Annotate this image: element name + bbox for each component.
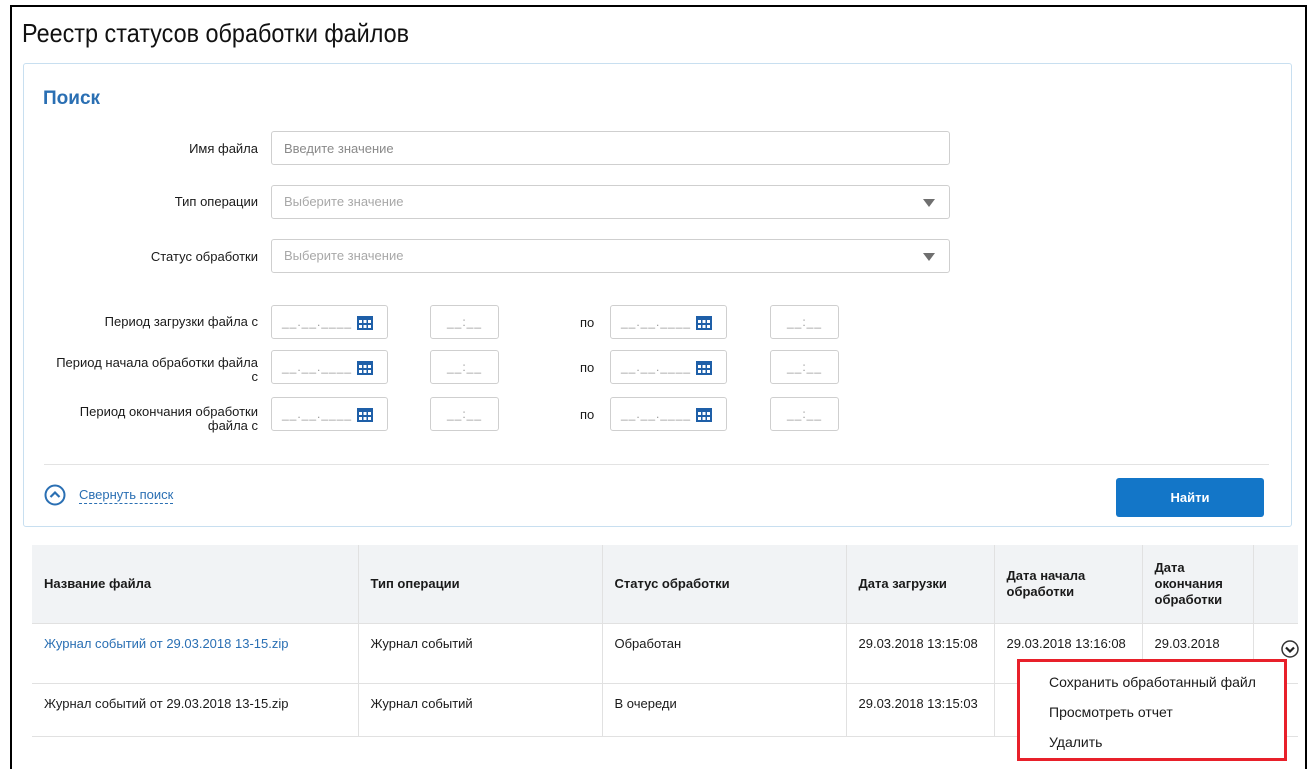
operation-type-cell: Журнал событий [358, 682, 603, 736]
file-name-link[interactable]: Журнал событий от 29.03.2018 13-15.zip [44, 636, 288, 651]
search-title: Поиск [43, 88, 101, 109]
period-end-time-from[interactable]: __:__ [430, 397, 499, 431]
period-end-date-to[interactable]: __.__.____ [610, 397, 727, 431]
period-end-time-to[interactable]: __:__ [770, 397, 839, 431]
calendar-icon[interactable] [357, 315, 373, 330]
period-start-date-from[interactable]: __.__.____ [271, 350, 388, 384]
find-button[interactable]: Найти [1116, 478, 1264, 517]
column-header-actions [1253, 545, 1298, 623]
column-header-end-date[interactable]: Дата окончания обработки [1142, 545, 1254, 623]
chevron-down-circle-icon[interactable] [1281, 640, 1299, 658]
calendar-icon[interactable] [357, 407, 373, 422]
file-name-cell: Журнал событий от 29.03.2018 13-15.zip [32, 682, 359, 736]
column-header-file-name[interactable]: Название файла [32, 545, 359, 623]
table-header-row: Название файла Тип операции Статус обраб… [32, 545, 1298, 623]
column-header-upload-date[interactable]: Дата загрузки [846, 545, 995, 623]
column-header-start-date[interactable]: Дата начала обработки [994, 545, 1143, 623]
period-start-time-to[interactable]: __:__ [770, 350, 839, 384]
operation-type-placeholder: Выберите значение [284, 194, 404, 209]
period-upload-label: Период загрузки файла с [104, 314, 258, 329]
period-end-label: Период окончания обработки файла с [79, 404, 258, 433]
period-end-date-from[interactable]: __.__.____ [271, 397, 388, 431]
period-upload-date-from[interactable]: __.__.____ [271, 305, 388, 339]
period-start-to-label: по [580, 360, 595, 375]
collapse-search-link[interactable]: Свернуть поиск [79, 487, 174, 504]
chevron-up-circle-icon[interactable] [44, 484, 66, 506]
calendar-icon[interactable] [696, 407, 712, 422]
processing-status-select[interactable]: Выберите значение [271, 239, 950, 273]
search-divider [44, 464, 1269, 465]
calendar-icon[interactable] [357, 360, 373, 375]
processing-status-placeholder: Выберите значение [284, 248, 404, 263]
file-name-input[interactable] [271, 131, 950, 165]
file-name-label: Имя файла [189, 141, 258, 156]
status-cell: Обработан [602, 622, 847, 683]
caret-down-icon [923, 199, 935, 207]
operation-type-select[interactable]: Выберите значение [271, 185, 950, 219]
period-start-date-to[interactable]: __.__.____ [610, 350, 727, 384]
processing-status-label: Статус обработки [150, 249, 258, 264]
operation-type-label: Тип операции [174, 194, 258, 209]
period-upload-to-label: по [580, 315, 595, 330]
period-start-time-from[interactable]: __:__ [430, 350, 499, 384]
calendar-icon[interactable] [696, 315, 712, 330]
calendar-icon[interactable] [696, 360, 712, 375]
menu-item-save-processed-file[interactable]: Сохранить обработанный файл [1049, 674, 1256, 690]
caret-down-icon [923, 253, 935, 261]
upload-date-cell: 29.03.2018 13:15:03 [846, 682, 995, 736]
period-upload-time-from[interactable]: __:__ [430, 305, 499, 339]
period-upload-time-to[interactable]: __:__ [770, 305, 839, 339]
page-title: Реестр статусов обработки файлов [22, 18, 410, 48]
period-upload-date-to[interactable]: __.__.____ [610, 305, 727, 339]
menu-item-view-report[interactable]: Просмотреть отчет [1049, 704, 1173, 720]
period-end-to-label: по [580, 407, 595, 422]
column-header-status[interactable]: Статус обработки [602, 545, 847, 623]
menu-item-delete[interactable]: Удалить [1049, 734, 1102, 750]
operation-type-cell: Журнал событий [358, 622, 603, 683]
status-cell: В очереди [602, 682, 847, 736]
column-header-operation-type[interactable]: Тип операции [358, 545, 603, 623]
period-start-label: Период начала обработки файла с [56, 355, 258, 384]
upload-date-cell: 29.03.2018 13:15:08 [846, 622, 995, 683]
row-actions-menu: Сохранить обработанный файл Просмотреть … [1017, 659, 1287, 761]
